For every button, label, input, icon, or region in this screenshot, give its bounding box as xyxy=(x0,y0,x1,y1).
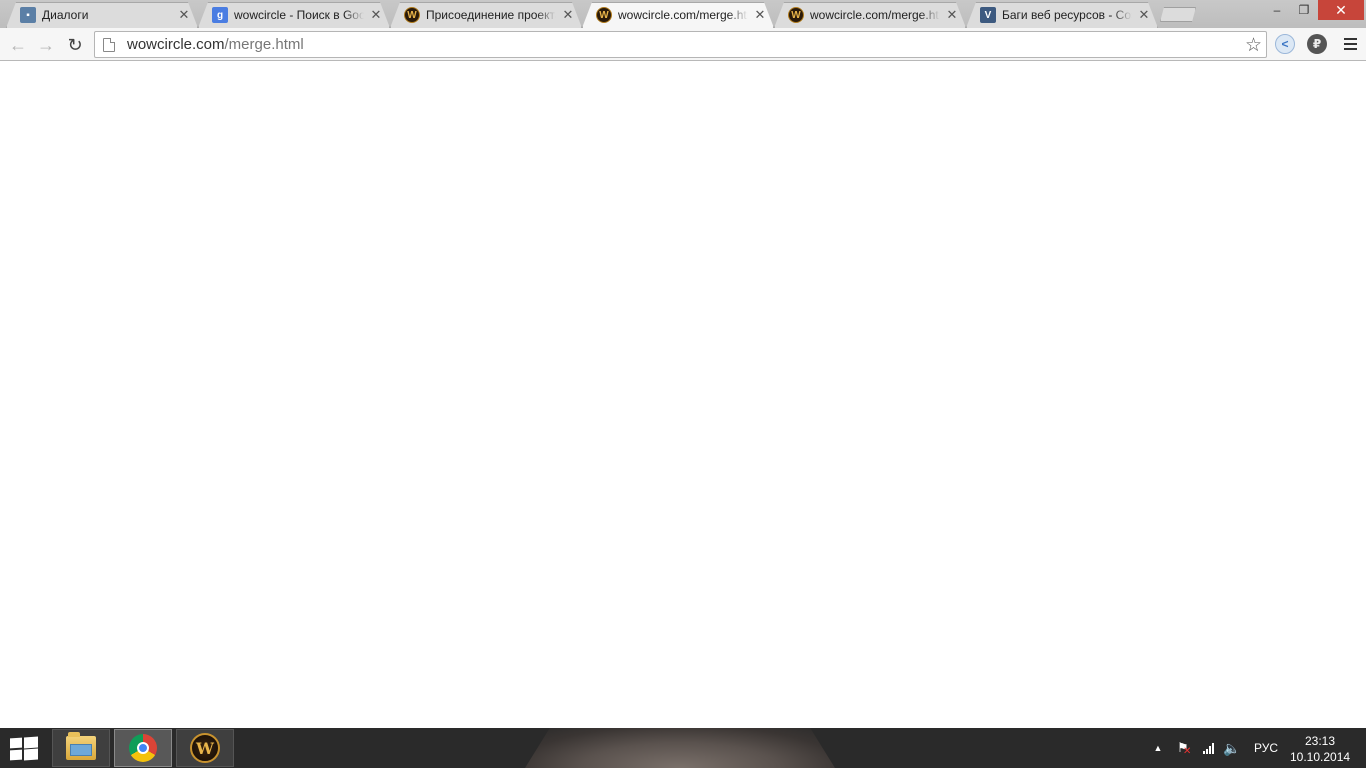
ruble-extension-icon[interactable]: ₽ xyxy=(1307,34,1327,54)
wow-taskbar-button[interactable]: W xyxy=(176,729,234,767)
vk-dialogs-icon: ▪ xyxy=(20,7,36,23)
system-clock[interactable]: 23:13 10.10.2014 xyxy=(1290,733,1350,765)
url-text[interactable]: wowcircle.com/merge.html xyxy=(127,36,304,53)
windows-taskbar: W ▲ ⚑ ✕ 🔈 РУС 23:13 10.10.2014 xyxy=(0,728,1366,768)
tab-title: wowcircle.com/merge.html xyxy=(810,8,940,22)
action-center-flag-icon[interactable]: ⚑ ✕ xyxy=(1174,728,1192,768)
folder-icon xyxy=(66,732,96,760)
tab-merge-active[interactable]: W wowcircle.com/merge.html ✕ xyxy=(582,2,774,28)
wow-icon: W xyxy=(404,7,420,23)
tab-strip: ▪ Диалоги ✕ g wowcircle - Поиск в Google… xyxy=(0,0,1366,28)
chrome-icon xyxy=(129,734,157,762)
new-tab-button[interactable] xyxy=(1160,7,1196,22)
input-language-indicator[interactable]: РУС xyxy=(1250,728,1282,768)
reload-button[interactable]: ↻ xyxy=(62,32,88,58)
minimize-button[interactable]: – xyxy=(1264,0,1290,20)
close-tab-icon[interactable]: ✕ xyxy=(752,7,768,23)
tab-dialogs[interactable]: ▪ Диалоги ✕ xyxy=(6,2,198,28)
tab-title: Баги веб ресурсов - Создать xyxy=(1002,8,1132,22)
close-window-button[interactable]: ✕ xyxy=(1318,0,1364,20)
tab-web-bugs[interactable]: V Баги веб ресурсов - Создать ✕ xyxy=(966,2,1158,28)
maximize-button[interactable]: ❐ xyxy=(1291,0,1317,20)
tab-title: wowcircle - Поиск в Google xyxy=(234,8,364,22)
google-icon: g xyxy=(212,7,228,23)
close-tab-icon[interactable]: ✕ xyxy=(944,7,960,23)
windows-start-icon[interactable] xyxy=(10,736,38,761)
wow-icon: W xyxy=(190,733,220,763)
wow-icon: W xyxy=(788,7,804,23)
chrome-menu-icon[interactable] xyxy=(1339,34,1361,54)
clock-date: 10.10.2014 xyxy=(1290,750,1351,764)
network-icon[interactable] xyxy=(1198,728,1218,768)
close-tab-icon[interactable]: ✕ xyxy=(560,7,576,23)
tab-project-merge[interactable]: W Присоединение проекта ✕ xyxy=(390,2,582,28)
tab-title: Присоединение проекта xyxy=(426,8,556,22)
tab-google-search[interactable]: g wowcircle - Поиск в Google ✕ xyxy=(198,2,390,28)
forward-button[interactable]: → xyxy=(33,32,59,58)
wow-icon: W xyxy=(596,7,612,23)
chrome-taskbar-button[interactable] xyxy=(114,729,172,767)
tab-merge[interactable]: W wowcircle.com/merge.html ✕ xyxy=(774,2,966,28)
close-tab-icon[interactable]: ✕ xyxy=(176,7,192,23)
back-button[interactable]: ← xyxy=(5,32,31,58)
bookmark-star-icon[interactable]: ☆ xyxy=(1245,34,1262,57)
show-hidden-icons-button[interactable]: ▲ xyxy=(1150,728,1166,768)
close-tab-icon[interactable]: ✕ xyxy=(368,7,384,23)
page-content xyxy=(0,62,1366,728)
close-tab-icon[interactable]: ✕ xyxy=(1136,7,1152,23)
address-bar[interactable]: wowcircle.com/merge.html ☆ xyxy=(94,31,1267,58)
url-host: wowcircle.com xyxy=(127,36,225,53)
file-explorer-taskbar-button[interactable] xyxy=(52,729,110,767)
bugs-site-icon: V xyxy=(980,7,996,23)
volume-icon[interactable]: 🔈 xyxy=(1222,728,1242,768)
tab-title: wowcircle.com/merge.html xyxy=(618,8,748,22)
share-extension-icon[interactable]: < xyxy=(1275,34,1295,54)
desktop-wallpaper-peek xyxy=(525,728,835,768)
url-path: /merge.html xyxy=(224,36,304,53)
clock-time: 23:13 xyxy=(1304,734,1336,748)
page-icon xyxy=(103,37,115,52)
browser-toolbar: ← → ↻ wowcircle.com/merge.html ☆ < ₽ xyxy=(0,28,1366,61)
tab-title: Диалоги xyxy=(42,8,89,22)
